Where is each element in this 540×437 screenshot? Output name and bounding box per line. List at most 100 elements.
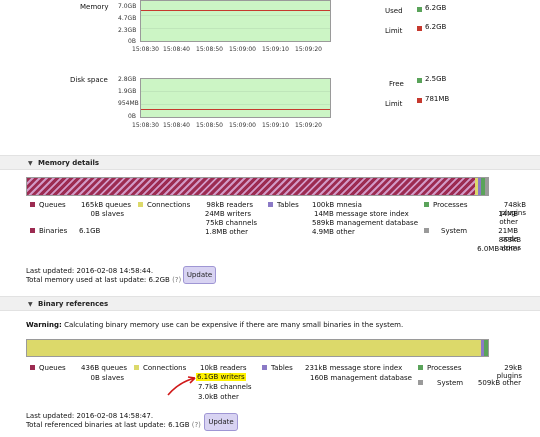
- queues-label: Queues: [39, 201, 66, 209]
- disk-xtick: 15:08:50: [196, 122, 223, 129]
- binary-breakdown-bar: [26, 339, 489, 357]
- used-swatch: [417, 7, 422, 12]
- disk-xtick: 15:09:00: [229, 122, 256, 129]
- system-swatch: [424, 228, 429, 233]
- binary-tables-mgmt-db: 160B management database: [310, 374, 412, 382]
- processes-other: 14MB other: [498, 210, 518, 226]
- binary-last-updated: Last updated: 2016-02-08 14:58:47.: [26, 412, 154, 420]
- binary-refs-title: Binary references: [38, 300, 109, 308]
- connections-channels: 75kB channels: [205, 219, 257, 227]
- binary-processes-swatch: [418, 365, 423, 370]
- binary-connections-readers: 10kB readers: [200, 364, 247, 372]
- connections-label: Connections: [147, 201, 191, 209]
- disk-xtick: 15:08:40: [163, 122, 190, 129]
- disk-xtick: 15:08:30: [132, 122, 159, 129]
- used-label: Used: [385, 7, 403, 15]
- memory-ytick: 2.3GB: [118, 27, 137, 34]
- binary-queues-label: Queues: [39, 364, 66, 372]
- memory-ytick: 0B: [128, 38, 136, 45]
- memory-xtick: 15:09:00: [229, 46, 256, 53]
- binary-total-wrap: Total referenced binaries at last update…: [26, 421, 201, 429]
- binary-connections-label: Connections: [143, 364, 187, 372]
- memory-limit-line: [141, 10, 330, 11]
- memory-breakdown-bar: [26, 177, 489, 196]
- disk-chart-label: Disk space: [70, 76, 108, 84]
- memory-details-header[interactable]: ▼ Memory details: [0, 155, 540, 170]
- memory-plot-area: [140, 0, 331, 42]
- memory-limit-swatch: [417, 26, 422, 31]
- tables-mnesia: 100kB mnesia: [312, 201, 362, 209]
- binary-connections-writers: 6.1GB writers: [196, 373, 246, 381]
- memory-last-updated: Last updated: 2016-02-08 14:58:44.: [26, 267, 154, 275]
- memory-total-wrap: Total memory used at last update: 6.2GB …: [26, 276, 181, 284]
- disk-ytick: 2.8GB: [118, 76, 137, 83]
- memory-xtick: 15:08:50: [196, 46, 223, 53]
- memory-limit-label: Limit: [385, 27, 403, 35]
- binary-system-swatch: [418, 380, 423, 385]
- disk-ytick: 1.9GB: [118, 88, 137, 95]
- queues-value: 165kB queues: [80, 201, 131, 209]
- binary-queues-value: 436B queues: [81, 364, 127, 372]
- free-value: 2.5GB: [425, 75, 447, 83]
- binary-total-text: Total referenced binaries at last update…: [26, 421, 190, 429]
- binary-warning: Warning: Calculating binary memory use c…: [26, 321, 403, 329]
- tables-msg-store-index: 14MB message store index: [314, 210, 409, 218]
- slaves-value: 0B slaves: [90, 210, 124, 218]
- system-label: System: [441, 227, 468, 235]
- binary-system-label: System: [437, 379, 464, 387]
- disk-limit-value: 781MB: [425, 95, 450, 103]
- binary-system-other: 509kB other: [477, 379, 521, 387]
- connections-other: 1.8MB other: [205, 228, 248, 236]
- tables-other: 4.9MB other: [312, 228, 355, 236]
- memory-help-link[interactable]: (?): [172, 276, 181, 284]
- tables-mgmt-db: 589kB management database: [312, 219, 419, 227]
- collapse-triangle-icon[interactable]: ▼: [28, 301, 33, 308]
- collapse-triangle-icon[interactable]: ▼: [28, 160, 33, 167]
- memory-ytick: 7.0GB: [118, 3, 137, 10]
- binary-connections-swatch: [134, 365, 139, 370]
- memory-xtick: 15:08:30: [132, 46, 159, 53]
- system-other: 6.0MB other: [477, 245, 520, 253]
- disk-xtick: 15:09:10: [262, 122, 289, 129]
- memory-xtick: 15:09:10: [262, 46, 289, 53]
- disk-ytick: 954MB: [118, 100, 139, 107]
- red-arrow-annotation-icon: [167, 376, 196, 396]
- warning-text: Calculating binary memory use can be exp…: [64, 321, 404, 329]
- used-value: 6.2GB: [425, 4, 447, 12]
- binary-tables-label: Tables: [271, 364, 293, 372]
- binary-bar-segment-processes: [484, 340, 488, 356]
- memory-ytick: 4.7GB: [118, 15, 137, 22]
- tables-swatch: [268, 202, 273, 207]
- tables-label: Tables: [277, 201, 299, 209]
- disk-limit-label: Limit: [385, 100, 403, 108]
- memory-xtick: 15:09:20: [295, 46, 322, 53]
- binary-tables-swatch: [262, 365, 267, 370]
- bar-segment-system: [485, 178, 488, 195]
- free-swatch: [417, 78, 422, 83]
- binary-connections-other: 3.0kB other: [198, 393, 239, 401]
- binary-slaves-value: 0B slaves: [90, 374, 124, 382]
- binary-processes-plugins: 29kB plugins: [496, 364, 522, 380]
- binary-help-link[interactable]: (?): [192, 421, 201, 429]
- memory-xtick: 15:08:40: [163, 46, 190, 53]
- disk-limit-swatch: [417, 98, 422, 103]
- disk-plot-area: [140, 78, 331, 118]
- binary-tables-msg-store-index: 231kB message store index: [305, 364, 403, 372]
- binary-refs-header[interactable]: ▼ Binary references: [0, 296, 540, 311]
- memory-update-button[interactable]: Update: [183, 266, 216, 284]
- processes-swatch: [424, 202, 429, 207]
- queues-swatch: [30, 202, 35, 207]
- disk-limit-line: [141, 109, 330, 110]
- memory-details-title: Memory details: [38, 159, 100, 167]
- binaries-swatch: [30, 228, 35, 233]
- binary-update-button[interactable]: Update: [204, 413, 238, 431]
- free-label: Free: [389, 80, 404, 88]
- disk-xtick: 15:09:20: [295, 122, 322, 129]
- memory-limit-value: 6.2GB: [425, 23, 447, 31]
- binaries-value: 6.1GB: [79, 227, 101, 235]
- disk-ytick: 0B: [128, 113, 136, 120]
- memory-chart-label: Memory: [80, 3, 109, 11]
- connections-readers: 98kB readers: [206, 201, 253, 209]
- memory-total-text: Total memory used at last update: 6.2GB: [26, 276, 170, 284]
- processes-label: Processes: [433, 201, 468, 209]
